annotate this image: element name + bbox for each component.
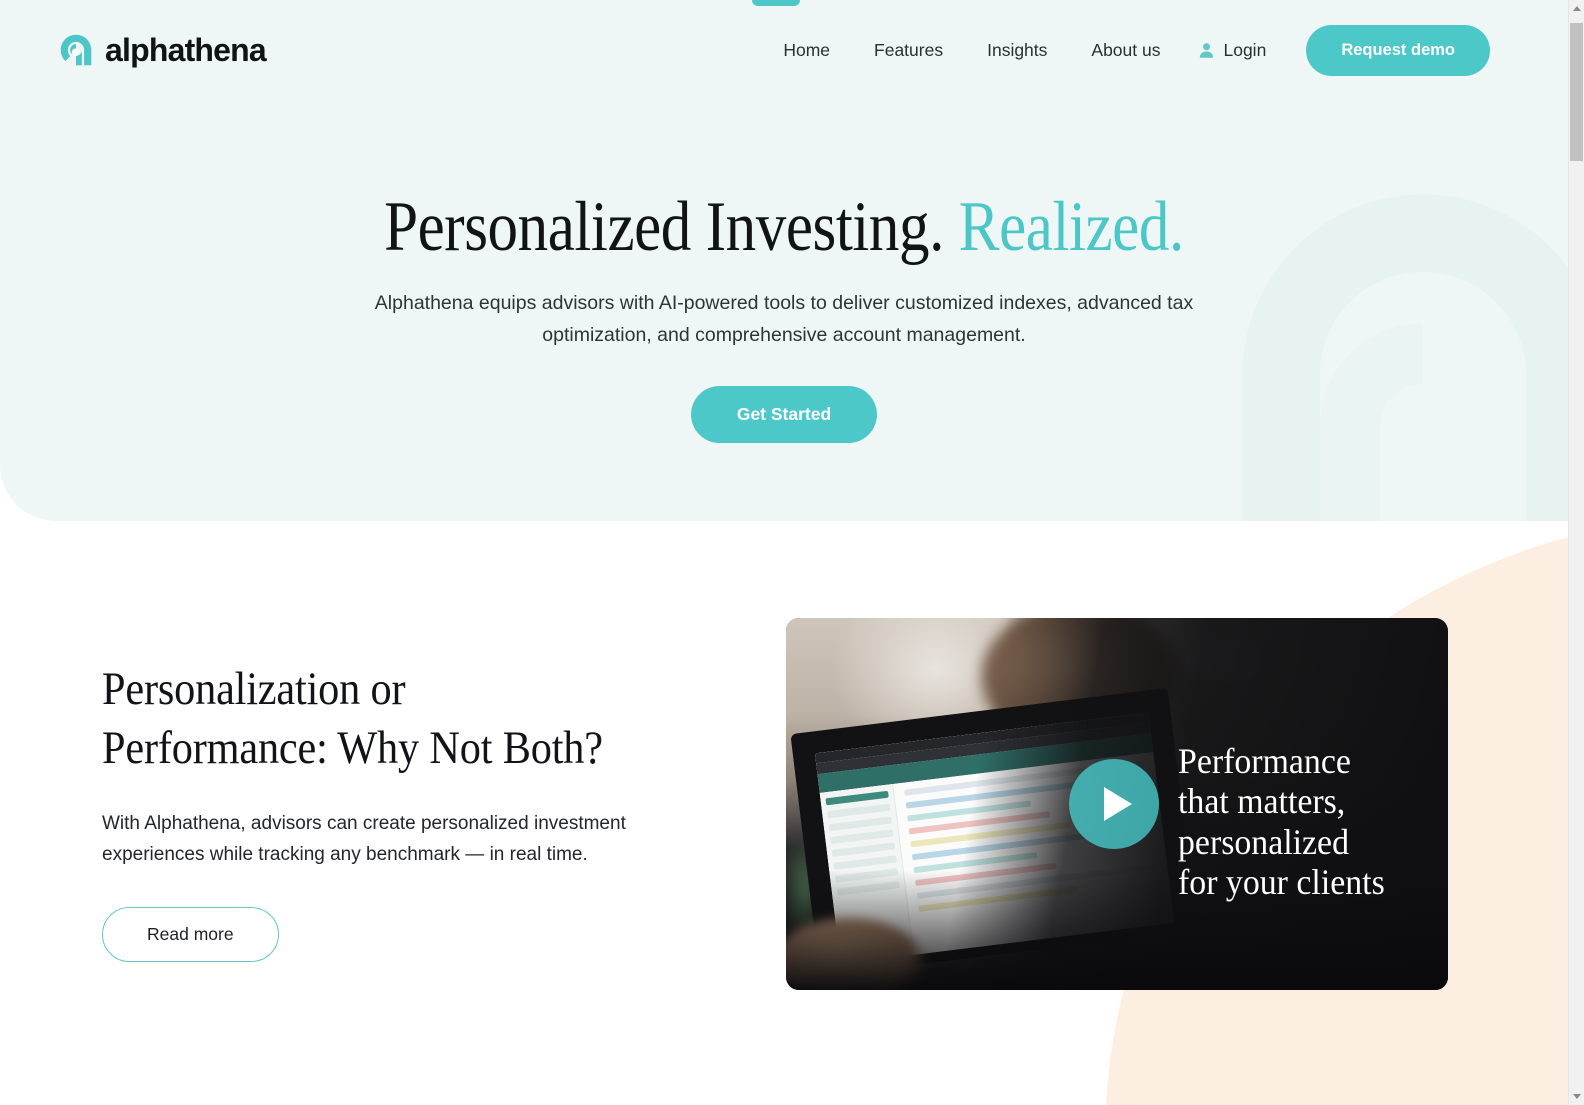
main-navigation: Home Features Insights About us Login Re… <box>761 24 1490 76</box>
video-caption-line3: personalized <box>1178 821 1350 862</box>
play-button[interactable] <box>1069 759 1159 849</box>
scroll-progress-pill <box>752 0 800 6</box>
request-demo-button[interactable]: Request demo <box>1306 24 1490 76</box>
brand-logo[interactable]: alphathena <box>58 31 267 69</box>
video-caption-line4: for your clients <box>1178 861 1385 902</box>
scroll-up-arrow-icon <box>1572 6 1581 11</box>
scroll-down-button[interactable] <box>1569 1088 1584 1105</box>
scroll-down-arrow-icon <box>1572 1094 1581 1099</box>
alphathena-a-mark-icon <box>60 34 92 66</box>
get-started-button[interactable]: Get Started <box>690 386 878 444</box>
brand-name: alphathena <box>105 31 267 68</box>
site-header: alphathena Home Features Insights About … <box>0 0 1568 100</box>
hero-headline: Personalized Investing. Realized. <box>384 188 1184 266</box>
section-heading-line1: Personalization or <box>102 663 406 715</box>
section-heading-line2: Performance: Why Not Both? <box>102 721 603 774</box>
hero-subtitle: Alphathena equips advisors with AI-power… <box>374 291 1194 346</box>
video-thumbnail-card[interactable]: Performance that matters, personalized f… <box>786 618 1448 990</box>
login-label: Login <box>1223 39 1267 60</box>
nav-item-home[interactable]: Home <box>761 40 852 61</box>
page-viewport: alphathena Home Features Insights About … <box>0 0 1568 1105</box>
nav-item-insights[interactable]: Insights <box>965 40 1069 61</box>
video-caption-line2: that matters, <box>1178 781 1346 822</box>
hero-headline-main: Personalized Investing. <box>384 188 945 266</box>
section-text-column: Personalization or Performance: Why Not … <box>102 660 702 963</box>
page-scrollbar[interactable] <box>1568 0 1584 1105</box>
video-caption-line1: Performance <box>1178 741 1351 781</box>
play-icon <box>1104 787 1132 821</box>
scroll-up-button[interactable] <box>1569 0 1584 17</box>
scrollbar-thumb[interactable] <box>1570 23 1583 161</box>
nav-item-features[interactable]: Features <box>852 40 965 61</box>
video-caption: Performance that matters, personalized f… <box>1178 741 1432 902</box>
section-body-text: With Alphathena, advisors can create per… <box>102 812 626 866</box>
login-link[interactable]: Login <box>1182 40 1288 61</box>
nav-item-about-us[interactable]: About us <box>1069 40 1182 61</box>
personalization-section: Personalization or Performance: Why Not … <box>0 521 1568 1105</box>
section-heading: Personalization or Performance: Why Not … <box>102 660 642 778</box>
hero-headline-accent: Realized. <box>958 188 1184 266</box>
user-icon <box>1200 42 1214 58</box>
read-more-button[interactable]: Read more <box>102 907 279 963</box>
